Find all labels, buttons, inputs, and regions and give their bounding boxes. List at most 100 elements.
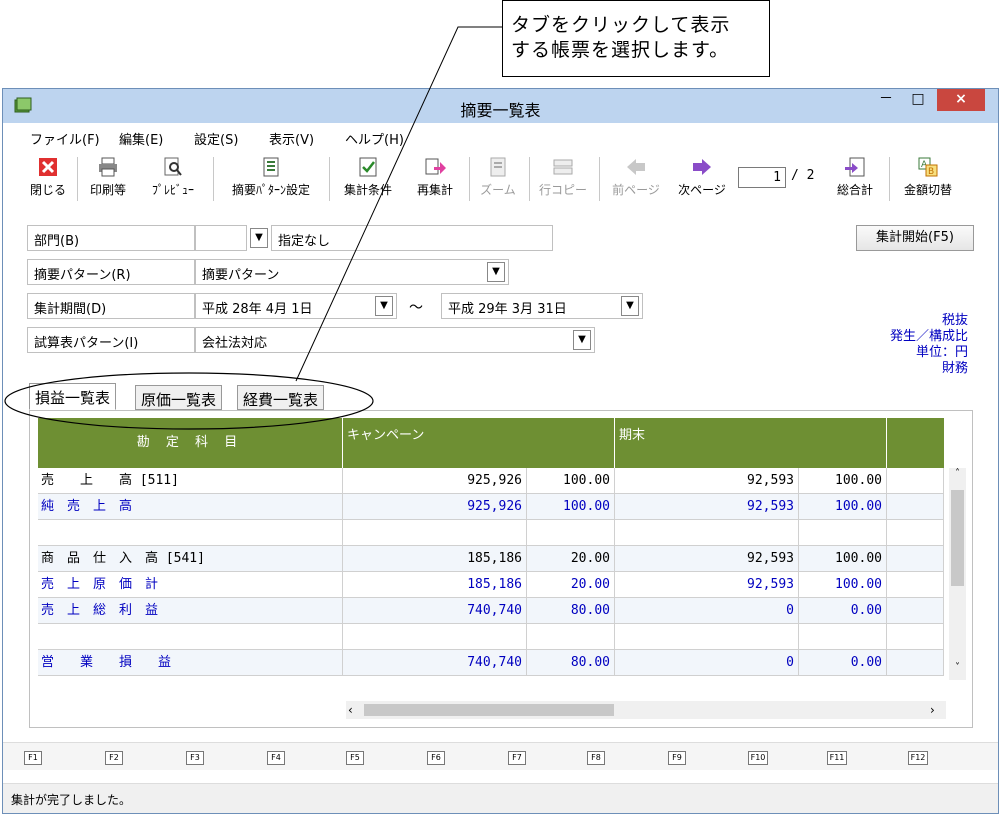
f1-key[interactable]: F1 — [24, 751, 42, 765]
f9-key[interactable]: F9 — [668, 751, 686, 765]
menu-edit[interactable]: 編集(E) — [119, 129, 163, 148]
start-aggregate-button[interactable]: 集計開始(F5) — [856, 225, 974, 251]
print-button[interactable]: 印刷等 — [83, 155, 133, 205]
table-row[interactable]: 売 上 原 価 計 185,186 20.00 92,593 100.00 — [38, 572, 944, 598]
dept-code-input[interactable] — [195, 225, 247, 251]
pattern-setting-button[interactable]: 摘要ﾊﾟﾀｰﾝ設定 — [219, 155, 323, 205]
value-cell: 100.00 — [799, 572, 887, 598]
value-cell: 20.00 — [527, 546, 615, 572]
tab-profit-loss[interactable]: 損益一覧表 — [29, 383, 117, 410]
f11-key[interactable]: F11 — [827, 751, 847, 765]
value-cell — [887, 468, 944, 494]
menu-help[interactable]: ヘルプ(H) — [345, 129, 404, 148]
scroll-left-icon[interactable]: ‹ — [348, 701, 362, 719]
f12-key[interactable]: F12 — [908, 751, 928, 765]
value-cell: 0 — [615, 650, 799, 676]
zoom-icon — [490, 157, 506, 177]
value-cell: 80.00 — [527, 598, 615, 624]
table-row[interactable]: 売 上 総 利 益 740,740 80.00 0 0.00 — [38, 598, 944, 624]
period-from-dropdown-icon[interactable]: ▼ — [375, 296, 393, 316]
value-cell: 185,186 — [343, 546, 527, 572]
preview-button[interactable]: ﾌﾟﾚﾋﾞｭｰ — [143, 155, 203, 205]
f5-key[interactable]: F5 — [346, 751, 364, 765]
vertical-scrollbar[interactable]: ˄ ˅ — [949, 468, 966, 680]
period-to-input[interactable]: 平成 29年 3月 31日 — [441, 293, 643, 319]
period-to-dropdown-icon[interactable]: ▼ — [621, 296, 639, 316]
scroll-right-icon[interactable]: › — [930, 701, 944, 719]
value-cell: 925,926 — [343, 468, 527, 494]
period-from-input[interactable]: 平成 28年 4月 1日 — [195, 293, 397, 319]
table-row[interactable]: 営 業 損 益 740,740 80.00 0 0.00 — [38, 650, 944, 676]
vertical-scroll-thumb[interactable] — [951, 490, 964, 586]
menu-view[interactable]: 表示(V) — [269, 129, 314, 148]
f8-key[interactable]: F8 — [587, 751, 605, 765]
close-window-button[interactable]: × — [937, 89, 985, 111]
f6-key[interactable]: F6 — [427, 751, 445, 765]
page-total: / 2 — [791, 168, 815, 183]
scroll-up-icon[interactable]: ˄ — [949, 468, 966, 484]
value-cell — [527, 624, 615, 650]
tb-pattern-select[interactable]: 会社法対応 — [195, 327, 595, 353]
table-row[interactable] — [38, 624, 944, 650]
amount-switch-button[interactable]: AB 金額切替 — [895, 155, 961, 205]
table-row[interactable]: 商 品 仕 入 高 [541] 185,186 20.00 92,593 100.00 — [38, 546, 944, 572]
value-cell — [887, 650, 944, 676]
value-cell — [799, 520, 887, 546]
page-number-input[interactable]: 1 — [738, 167, 786, 188]
app-window: 摘要一覧表 － □ × ファイル(F) 編集(E) 設定(S) 表示(V) ヘル… — [2, 88, 999, 814]
status-message: 集計が完了しました。 — [11, 793, 132, 807]
pattern-select[interactable]: 摘要パターン — [195, 259, 509, 285]
value-cell — [615, 624, 799, 650]
recalc-button[interactable]: 再集計 — [407, 155, 463, 205]
callout-line1: タブをクリックして表示 — [511, 14, 731, 36]
finance-label: 財務 — [941, 361, 968, 376]
close-icon — [39, 158, 57, 176]
value-cell: 92,593 — [615, 546, 799, 572]
f10-key[interactable]: F10 — [748, 751, 768, 765]
total-icon — [845, 157, 865, 177]
close-label: 閉じる — [29, 183, 66, 197]
f4-key[interactable]: F4 — [267, 751, 285, 765]
agg-condition-button[interactable]: 集計条件 — [335, 155, 401, 205]
value-cell: 100.00 — [799, 494, 887, 520]
print-label: 印刷等 — [89, 183, 126, 197]
tab-cost[interactable]: 原価一覧表 — [135, 385, 223, 410]
zoom-button[interactable]: ズーム — [475, 155, 521, 205]
minimize-button[interactable]: － — [871, 89, 901, 111]
f7-key[interactable]: F7 — [508, 751, 526, 765]
row-copy-button[interactable]: 行コピー — [535, 155, 591, 205]
table-row[interactable] — [38, 520, 944, 546]
scroll-down-icon[interactable]: ˅ — [949, 662, 966, 678]
horizontal-scroll-thumb[interactable] — [364, 704, 614, 716]
f2-key[interactable]: F2 — [105, 751, 123, 765]
value-cell: 185,186 — [343, 572, 527, 598]
svg-text:B: B — [928, 167, 934, 177]
tab-expense[interactable]: 経費一覧表 — [237, 385, 325, 410]
table-row[interactable]: 純 売 上 高 925,926 100.00 92,593 100.00 — [38, 494, 944, 520]
pattern-setting-label: 摘要ﾊﾟﾀｰﾝ設定 — [231, 183, 310, 197]
f3-key[interactable]: F3 — [186, 751, 204, 765]
value-cell — [527, 520, 615, 546]
menu-file[interactable]: ファイル(F) — [30, 129, 100, 148]
preview-icon — [164, 157, 182, 176]
dept-dropdown-icon[interactable]: ▼ — [250, 228, 268, 248]
total-button[interactable]: 総合計 — [829, 155, 881, 205]
maximize-button[interactable]: □ — [901, 89, 935, 111]
callout-line2: する帳票を選択します。 — [511, 39, 730, 61]
tb-pattern-dropdown-icon[interactable]: ▼ — [573, 330, 591, 350]
account-name-cell: 売 上 高 [511] — [38, 468, 343, 494]
period-separator: ～ — [409, 300, 423, 316]
pattern-dropdown-icon[interactable]: ▼ — [487, 262, 505, 282]
zoom-label: ズーム — [480, 183, 516, 197]
recalc-label: 再集計 — [416, 183, 453, 197]
value-cell: 80.00 — [527, 650, 615, 676]
menu-settings[interactable]: 設定(S) — [194, 129, 238, 148]
total-label: 総合計 — [836, 183, 873, 197]
horizontal-scrollbar[interactable]: ‹ › — [346, 701, 946, 719]
row-copy-icon — [553, 159, 573, 175]
close-button[interactable]: 閉じる — [25, 155, 71, 205]
amount-switch-icon: AB — [918, 157, 938, 177]
prev-page-button[interactable]: 前ページ — [605, 155, 667, 205]
next-page-button[interactable]: 次ページ — [671, 155, 733, 205]
table-row[interactable]: 売 上 高 [511] 925,926 100.00 92,593 100.00 — [38, 468, 944, 494]
